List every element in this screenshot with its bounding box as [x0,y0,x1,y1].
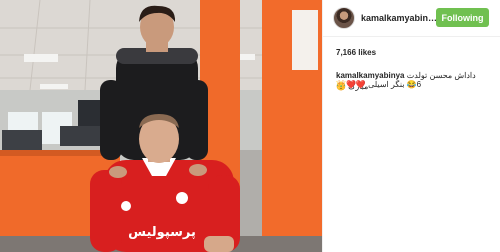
caption-username[interactable]: kamalkamyabinya [336,71,405,80]
instagram-post: پرسپولیس kamalkamyabin… Following 7,166 … [0,0,500,252]
caption-text-line2: 6😂 بنگر اسیلی ❤️❤️👑 [336,80,496,89]
post-header: kamalkamyabin… Following [323,0,500,37]
avatar[interactable] [333,7,355,29]
username[interactable]: kamalkamyabin… [361,13,443,23]
likes-count[interactable]: 7,166 likes [336,48,376,57]
post-photo[interactable]: پرسپولیس [0,0,322,252]
caption-text-line2-content: 6😂 بنگر اسیلی ❤️❤️👑 [336,80,422,89]
photo-illustration: پرسپولیس [0,0,322,252]
following-button[interactable]: Following [436,8,489,27]
post-sidebar: kamalkamyabin… Following 7,166 likes kam… [322,0,500,252]
jersey-text: پرسپولیس [128,225,196,240]
